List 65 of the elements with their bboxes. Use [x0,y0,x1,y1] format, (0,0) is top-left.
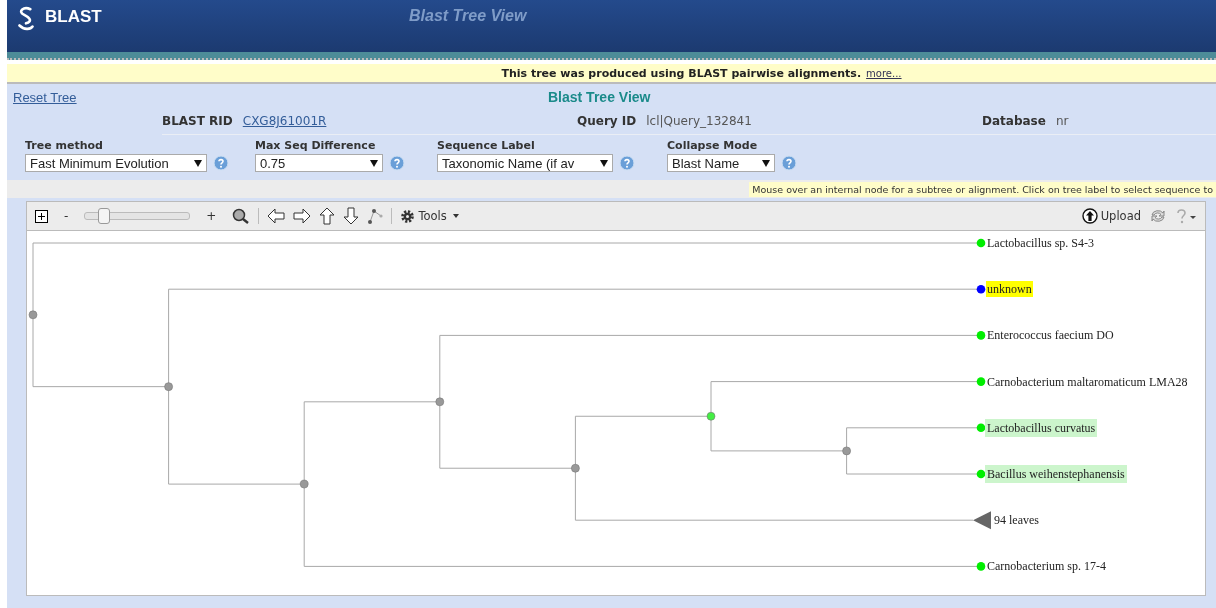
help-menu-icon[interactable] [1175,208,1197,224]
leaf-label[interactable]: Enterococcus faecium DO [986,327,1115,344]
leaf-dot[interactable] [976,469,986,479]
help-icon[interactable] [781,155,797,171]
down-arrow-icon[interactable] [343,207,360,225]
left-arrow-icon[interactable] [267,208,286,224]
leaf-dot[interactable] [976,238,986,248]
page-title: Blast Tree View [548,89,651,105]
collapsed-triangle[interactable] [973,511,991,530]
leaf-label[interactable]: Carnobacterium sp. 17-4 [986,558,1107,575]
info-label: Query ID [577,114,637,128]
tree-node[interactable] [706,411,716,421]
leaf-label[interactable]: Lactobacillus curvatus [986,419,1097,436]
rid-link[interactable]: CXG8J61001R [242,114,327,128]
option-label: Sequence Label [437,139,536,154]
header-title: Blast Tree View [409,7,527,25]
leaf-label[interactable]: unknown [986,281,1033,298]
blast-logo: BLAST [45,7,102,27]
tools-menu-button[interactable]: Tools [400,208,459,224]
more-link[interactable]: more... [866,67,902,79]
tree-node[interactable] [28,310,38,320]
leaf-label[interactable]: Carnobacterium maltaromaticum LMA28 [986,373,1189,390]
option-label: Tree method [25,139,104,154]
tree-node[interactable] [299,479,309,489]
help-icon[interactable] [619,155,635,171]
info-value: nr [1055,114,1069,128]
info-label: Database [982,114,1046,128]
search-icon[interactable] [232,208,251,224]
option-dropdown[interactable]: 0.75 [255,154,383,172]
option-label: Collapse Mode [667,139,759,154]
tree-node[interactable] [164,382,173,391]
help-icon[interactable] [213,155,229,171]
leaf-dot[interactable] [976,562,986,571]
leaf-label[interactable]: 94 leaves [993,512,1040,529]
info-value: lcl|Query_132841 [646,114,752,128]
leaf-label[interactable]: Lactobacillus sp. S4-3 [986,235,1095,251]
option-dropdown[interactable]: Blast Name [667,154,775,172]
reset-tree-link[interactable]: Reset Tree [13,89,548,105]
tree-node[interactable] [842,446,851,456]
help-icon[interactable] [389,155,405,171]
right-arrow-icon[interactable] [293,208,312,224]
leaf-label[interactable]: Bacillus weihenstephanensis [986,466,1126,482]
option-dropdown[interactable]: Taxonomic Name (if av [437,154,613,172]
upload-icon [1081,208,1098,224]
info-label: BLAST RID [162,114,233,128]
up-arrow-icon[interactable] [319,207,336,225]
tree-node[interactable] [571,463,580,473]
helix-logo-icon [15,6,37,32]
notice-text: This tree was produced using BLAST pairwise alignments. [501,66,862,80]
leaf-dot[interactable] [976,377,986,386]
option-label: Max Seq Difference [255,139,377,154]
option-dropdown[interactable]: Fast Minimum Evolution [25,154,207,172]
gear-icon [400,208,416,224]
leaf-dot[interactable] [976,284,986,294]
refresh-icon[interactable] [1149,208,1167,224]
leaf-dot[interactable] [976,331,986,340]
hint-text: Mouse over an internal node for a subtree or alignment. Click on tree label to select sequence to [749,181,1216,197]
zoom-in-button[interactable]: + [198,209,225,223]
leaf-dot[interactable] [976,423,986,433]
zoom-out-button[interactable]: - [56,209,77,223]
expand-icon[interactable] [35,209,48,223]
slider-thumb[interactable] [97,208,110,224]
tree-node[interactable] [435,397,445,407]
nodes-icon[interactable] [367,208,384,224]
upload-button[interactable]: Upload [1081,208,1141,224]
